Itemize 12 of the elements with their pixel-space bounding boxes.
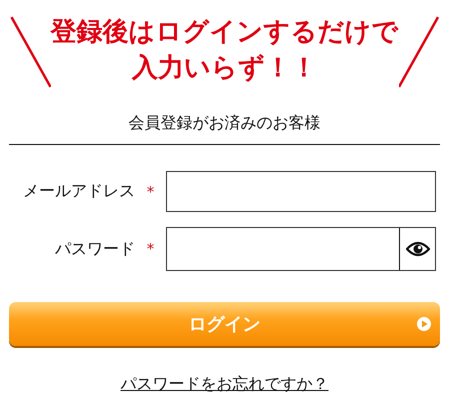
eye-icon	[406, 240, 430, 258]
headline: 登録後はログインするだけで	[50, 16, 398, 49]
play-icon	[417, 317, 431, 331]
field-label: メールアドレス	[22, 181, 135, 202]
field-label: パスワード	[54, 238, 135, 260]
section-title: 会員登録がお済みのお客様	[9, 105, 440, 145]
headline: 入力いらず！！	[132, 52, 317, 85]
required-mark: *	[146, 182, 156, 200]
password-field[interactable]	[166, 227, 436, 271]
required-mark: *	[146, 240, 156, 258]
forgot-password-link[interactable]: パスワードをお忘れですか？	[120, 374, 328, 393]
email-field[interactable]	[166, 171, 436, 212]
